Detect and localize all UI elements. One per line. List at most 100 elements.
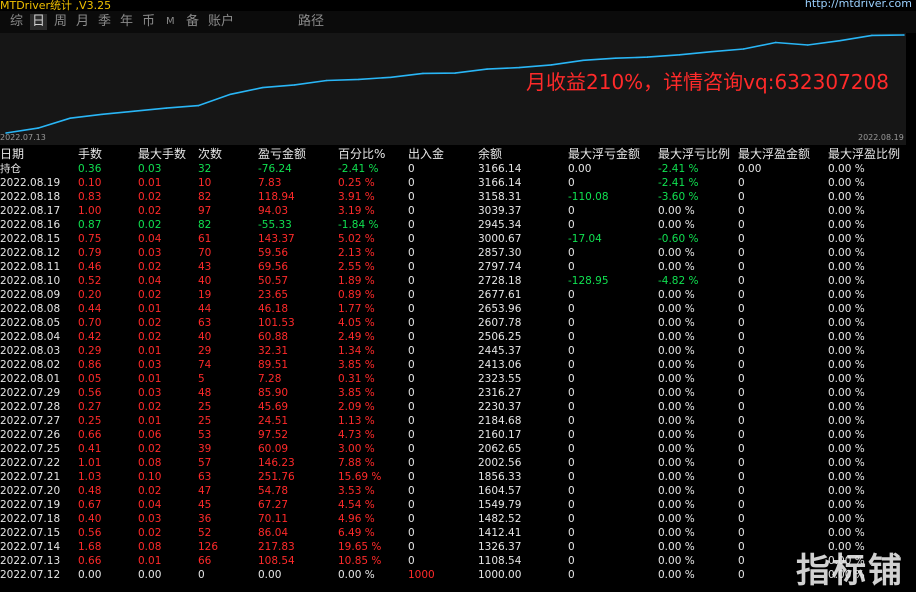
- cell-percent: -2.41 %: [338, 163, 379, 175]
- header-pnl[interactable]: 盈亏金额: [258, 146, 306, 162]
- cell-percent: 7.88 %: [338, 457, 375, 469]
- cell-lots: 0.48: [78, 485, 102, 497]
- table-row[interactable]: 2022.07.28 0.27 0.02 25 45.69 2.09 % 0 2230.37 0…: [0, 400, 916, 414]
- cell-max-float-profit-pct: 0.00 %: [828, 401, 865, 413]
- cell-lots: 0.66: [78, 555, 102, 567]
- table-row[interactable]: 2022.08.05 0.70 0.02 63 101.53 4.05 % 0 2607.78…: [0, 316, 916, 330]
- cell-max-float-profit-pct: 0.00 %: [828, 499, 865, 511]
- header-balance[interactable]: 余额: [478, 146, 502, 162]
- cell-lots: 0.56: [78, 387, 102, 399]
- header-percent[interactable]: 百分比%: [338, 146, 385, 162]
- table-row[interactable]: 2022.07.19 0.67 0.04 45 67.27 4.54 % 0 1549.79 0…: [0, 498, 916, 512]
- header-max-float-loss-pct[interactable]: 最大浮亏比例: [658, 146, 730, 162]
- cell-deposit: 0: [408, 513, 415, 525]
- cell-lots: 0.44: [78, 303, 102, 315]
- tab-magic[interactable]: M: [164, 14, 177, 30]
- cell-balance: 2413.06: [478, 359, 522, 371]
- table-row[interactable]: 2022.07.12 0.00 0.00 0 0.00 0.00 % 1000 1000.00…: [0, 568, 916, 582]
- cell-max-float-loss: 0: [568, 261, 575, 273]
- header-count[interactable]: 次数: [198, 146, 222, 162]
- cell-max-float-loss: 0: [568, 485, 575, 497]
- table-row[interactable]: 2022.08.19 0.10 0.01 10 7.83 0.25 % 0 3166.14 0 -…: [0, 176, 916, 190]
- table-row[interactable]: 2022.08.03 0.29 0.01 29 32.31 1.34 % 0 2445.37 0…: [0, 344, 916, 358]
- table-row[interactable]: 2022.07.21 1.03 0.10 63 251.76 15.69 % 0 1856.3…: [0, 470, 916, 484]
- table-row[interactable]: 2022.08.09 0.20 0.02 19 23.65 0.89 % 0 2677.61 0…: [0, 288, 916, 302]
- table-row[interactable]: 2022.07.15 0.56 0.02 52 86.04 6.49 % 0 1412.41 0…: [0, 526, 916, 540]
- cell-date: 2022.08.19: [0, 177, 61, 189]
- table-row[interactable]: 2022.08.11 0.46 0.02 43 69.56 2.55 % 0 2797.74 0…: [0, 260, 916, 274]
- table-row[interactable]: 2022.08.17 1.00 0.02 97 94.03 3.19 % 0 3039.37 0…: [0, 204, 916, 218]
- table-row[interactable]: 2022.07.27 0.25 0.01 25 24.51 1.13 % 0 2184.68 0…: [0, 414, 916, 428]
- tab-year[interactable]: 年: [118, 14, 135, 30]
- cell-date: 2022.07.25: [0, 443, 61, 455]
- cell-date: 2022.08.05: [0, 317, 61, 329]
- cell-percent: 4.54 %: [338, 499, 375, 511]
- cell-max-float-loss: 0.00: [568, 163, 592, 175]
- cell-count: 82: [198, 191, 212, 203]
- cell-count: 25: [198, 415, 212, 427]
- cell-date: 2022.08.16: [0, 219, 61, 231]
- cell-pnl: 67.27: [258, 499, 289, 511]
- app-url-link[interactable]: http://mtdriver.com: [805, 0, 912, 10]
- cell-max-float-profit: 0: [738, 261, 745, 273]
- cell-lots: 0.87: [78, 219, 102, 231]
- header-lots[interactable]: 手数: [78, 146, 102, 162]
- header-deposit[interactable]: 出入金: [408, 146, 444, 162]
- cell-count: 126: [198, 541, 219, 553]
- table-row[interactable]: 2022.07.25 0.41 0.02 39 60.09 3.00 % 0 2062.65 0…: [0, 442, 916, 456]
- cell-max-float-loss: 0: [568, 513, 575, 525]
- tab-week[interactable]: 周: [52, 14, 69, 30]
- table-row[interactable]: 2022.07.26 0.66 0.06 53 97.52 4.73 % 0 2160.17 0…: [0, 428, 916, 442]
- header-max-float-profit-pct[interactable]: 最大浮盈比例: [828, 146, 900, 162]
- tab-note[interactable]: 备: [184, 14, 201, 30]
- balance-point: [165, 107, 168, 109]
- table-row[interactable]: 2022.08.10 0.52 0.04 40 50.57 1.89 % 0 2728.18 -…: [0, 274, 916, 288]
- table-row[interactable]: 2022.07.18 0.40 0.03 36 70.11 4.96 % 0 1482.52 0…: [0, 512, 916, 526]
- cell-count: 63: [198, 317, 212, 329]
- table-row[interactable]: 2022.07.14 1.68 0.08 126 217.83 19.65 % 0 1326.…: [0, 540, 916, 554]
- header-max-float-profit[interactable]: 最大浮盈金额: [738, 146, 810, 162]
- table-row[interactable]: 2022.08.12 0.79 0.03 70 59.56 2.13 % 0 2857.30 0…: [0, 246, 916, 260]
- tab-day[interactable]: 日: [30, 14, 48, 30]
- tab-currency[interactable]: 币: [140, 14, 157, 30]
- cell-max-float-loss-pct: 0.00 %: [658, 359, 695, 371]
- tab-summary[interactable]: 综: [8, 14, 25, 30]
- tab-account[interactable]: 账户: [206, 14, 236, 30]
- cell-balance: 1482.52: [478, 513, 522, 525]
- balance-point: [518, 66, 520, 69]
- cell-balance: 3166.14: [478, 177, 522, 189]
- cell-max-float-loss-pct: 0.00 %: [658, 569, 695, 581]
- cell-max-lots: 0.04: [138, 275, 162, 287]
- cell-max-float-loss: 0: [568, 205, 575, 217]
- table-row[interactable]: 2022.07.20 0.48 0.02 47 54.78 3.53 % 0 1604.57 0…: [0, 484, 916, 498]
- table-row[interactable]: 2022.08.04 0.42 0.02 40 60.88 2.49 % 0 2506.25 0…: [0, 330, 916, 344]
- tab-month[interactable]: 月: [74, 14, 91, 30]
- table-row-open-positions[interactable]: 持仓 0.36 0.03 32 -76.24 -2.41 % 0 3166.14 0.00 -2.…: [0, 162, 916, 176]
- table-row[interactable]: 2022.08.02 0.86 0.03 74 89.51 3.85 % 0 2413.06 0…: [0, 358, 916, 372]
- header-max-lots[interactable]: 最大手数: [138, 146, 186, 162]
- table-row[interactable]: 2022.08.15 0.75 0.04 61 143.37 5.02 % 0 3000.67…: [0, 232, 916, 246]
- cell-pnl: 60.88: [258, 331, 289, 343]
- table-row[interactable]: 2022.07.22 1.01 0.08 57 146.23 7.88 % 0 2002.56…: [0, 456, 916, 470]
- table-row[interactable]: 2022.07.13 0.66 0.01 66 108.54 10.85 % 0 1108.5…: [0, 554, 916, 568]
- table-row[interactable]: 2022.08.18 0.83 0.02 82 118.94 3.91 % 0 3158.31…: [0, 190, 916, 204]
- cell-max-float-loss-pct: -2.41 %: [658, 163, 699, 175]
- cell-max-float-loss-pct: 0.00 %: [658, 331, 695, 343]
- tab-quarter[interactable]: 季: [96, 14, 113, 30]
- table-row[interactable]: 2022.08.01 0.05 0.01 5 7.28 0.31 % 0 2323.55 0 0.…: [0, 372, 916, 386]
- balance-point: [454, 72, 456, 74]
- cell-max-float-loss-pct: 0.00 %: [658, 415, 695, 427]
- tab-path[interactable]: 路径: [296, 14, 326, 30]
- cell-max-float-profit: 0: [738, 191, 745, 203]
- table-row[interactable]: 2022.08.08 0.44 0.01 44 46.18 1.77 % 0 2653.96 0…: [0, 302, 916, 316]
- header-max-float-loss[interactable]: 最大浮亏金额: [568, 146, 640, 162]
- balance-point: [293, 84, 296, 86]
- table-row[interactable]: 2022.08.16 0.87 0.02 82 -55.33 -1.84 % 0 2945.3…: [0, 218, 916, 232]
- table-row[interactable]: 2022.07.29 0.56 0.03 48 85.90 3.85 % 0 2316.27 0…: [0, 386, 916, 400]
- cell-percent: 1.89 %: [338, 275, 375, 287]
- cell-lots: 1.68: [78, 541, 102, 553]
- cell-max-float-loss: 0: [568, 331, 575, 343]
- cell-percent: 3.85 %: [338, 387, 375, 399]
- header-date[interactable]: 日期: [0, 146, 24, 162]
- cell-deposit: 0: [408, 555, 415, 567]
